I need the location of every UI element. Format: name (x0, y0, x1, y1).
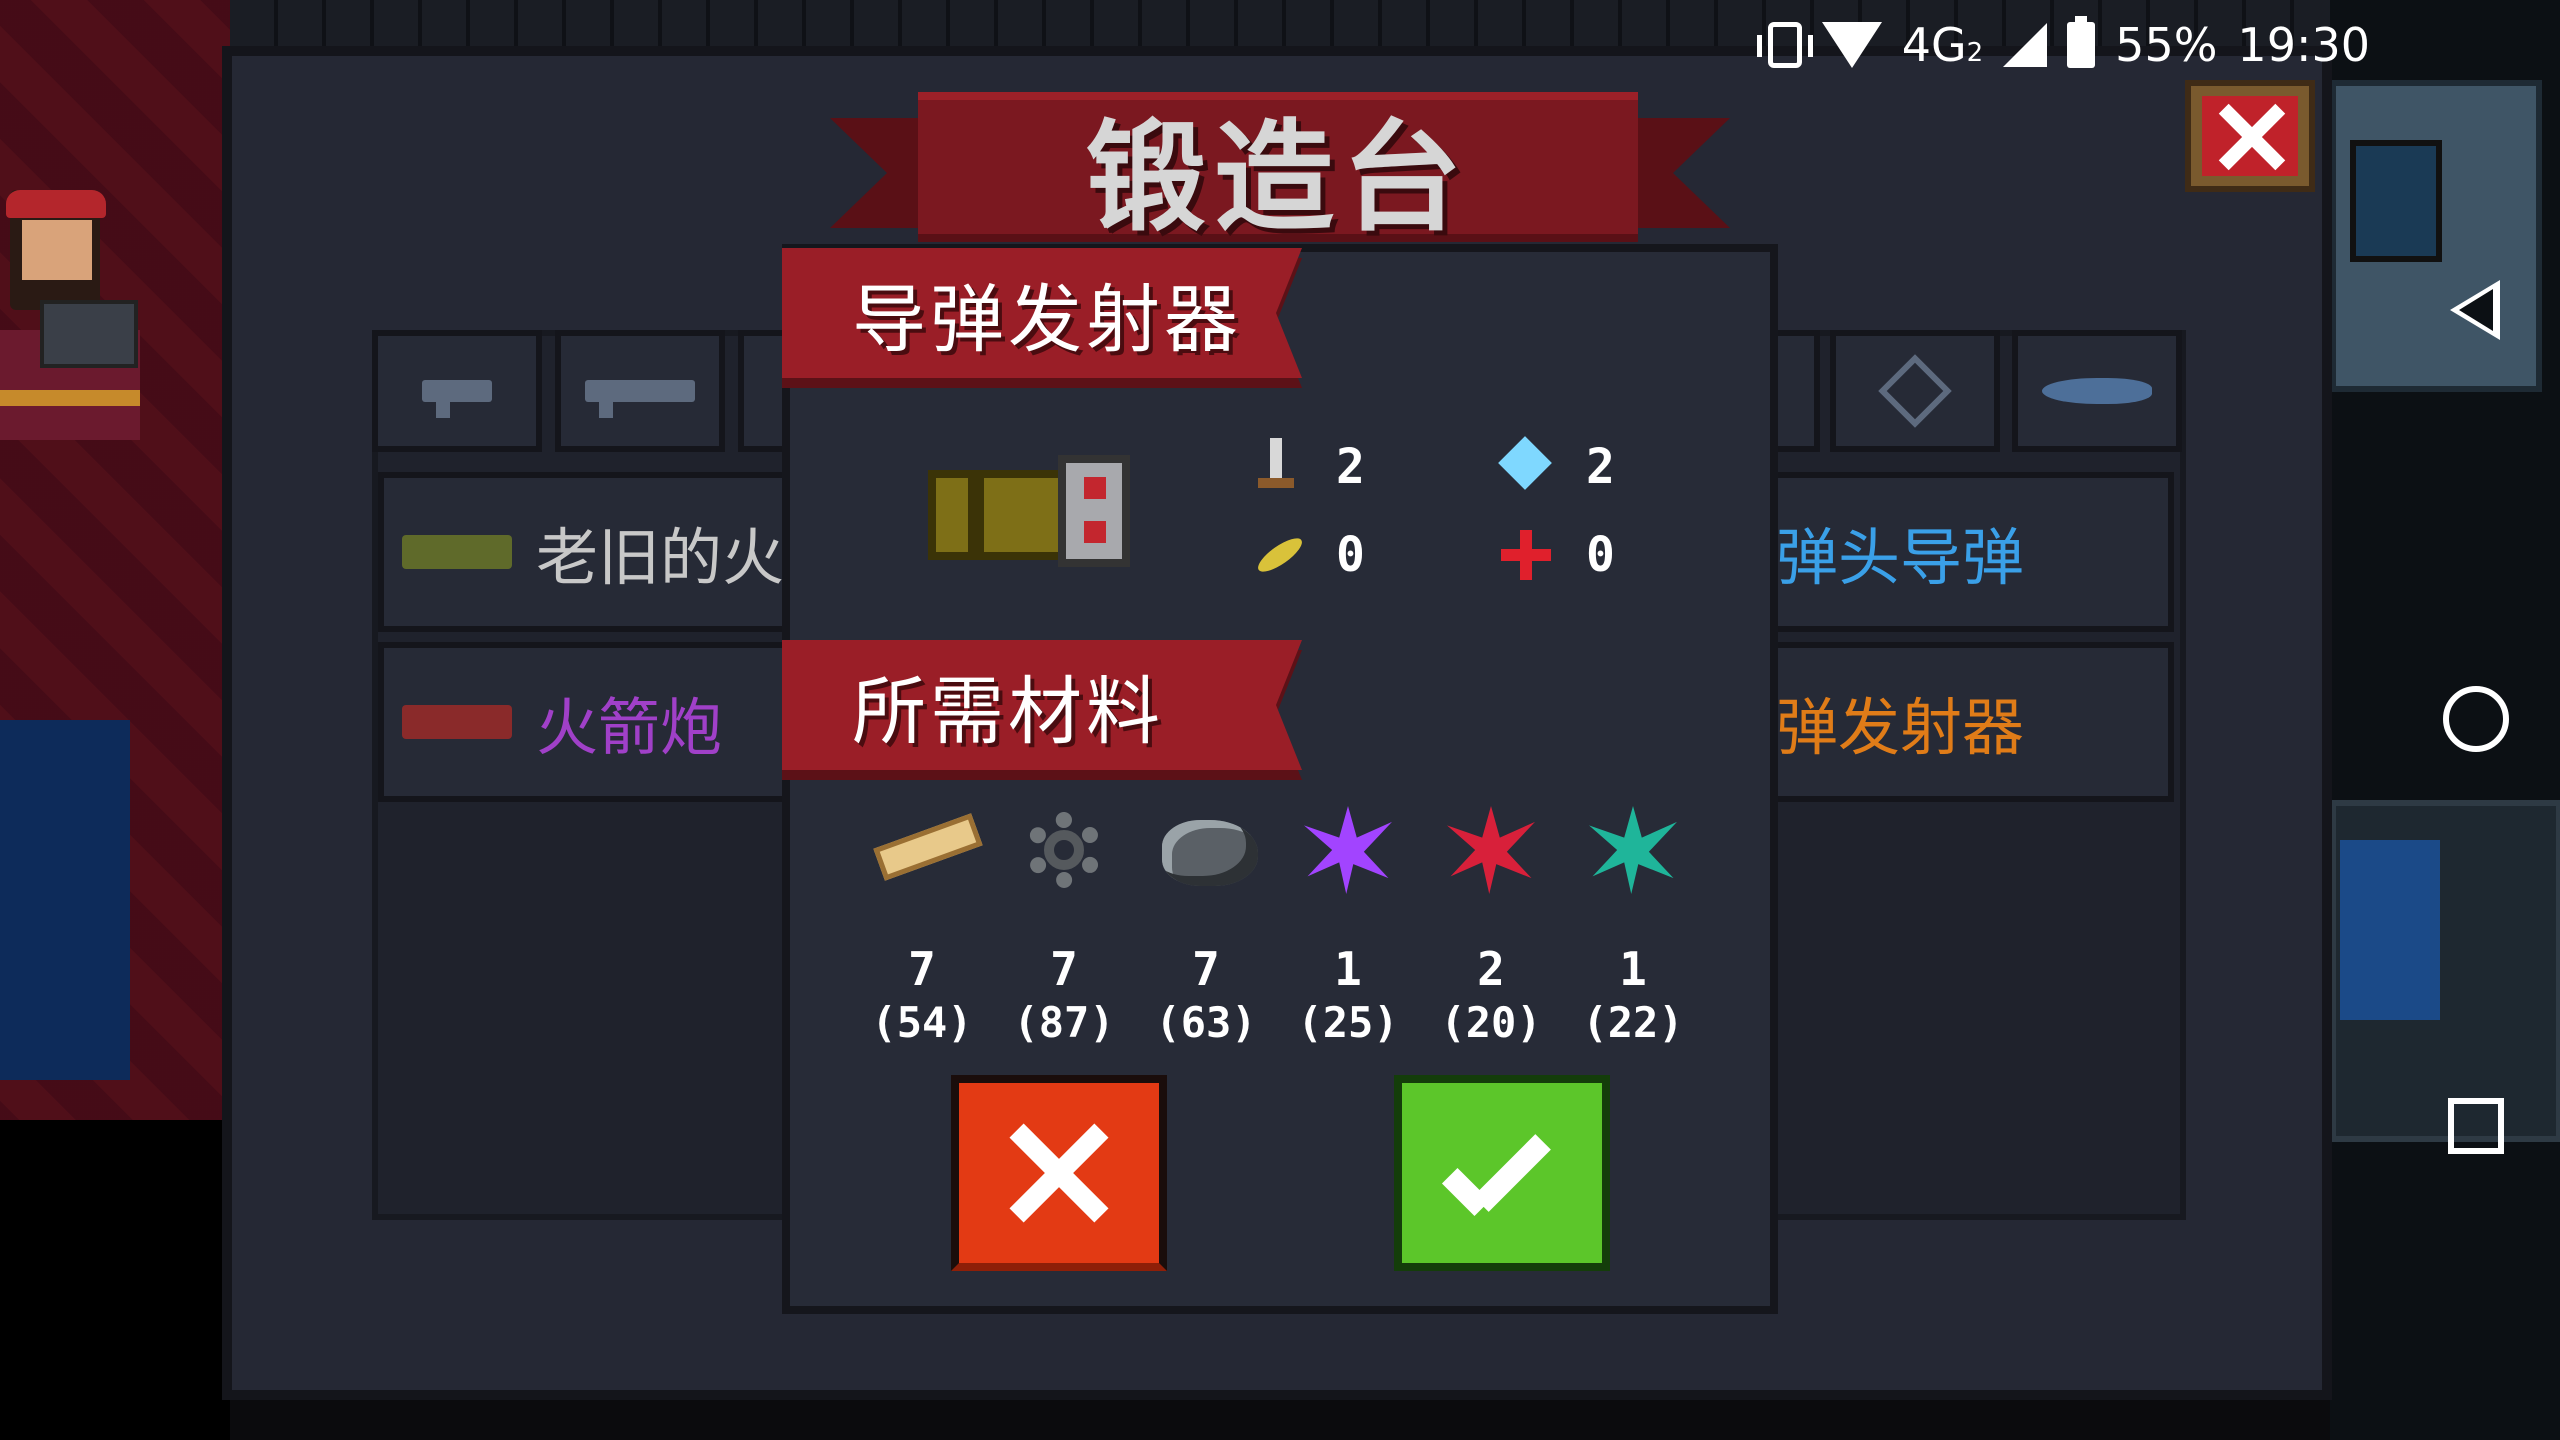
energy-crystal-icon (1500, 438, 1550, 496)
missile-launcher-icon (928, 455, 1133, 567)
purple-crystal-icon (1298, 800, 1398, 900)
close-button[interactable] (2185, 80, 2315, 192)
stat-accuracy: 0 (1500, 526, 1615, 584)
tab-target[interactable] (1830, 330, 2000, 452)
material-required: 1 (1334, 942, 1362, 996)
material-owned: (87) (1013, 998, 1115, 1047)
material-required: 7 (1192, 942, 1220, 996)
stat-value: 0 (1336, 527, 1365, 583)
weapon-name-title: 导弹发射器 (852, 276, 1242, 363)
stat-energy: 2 (1500, 438, 1615, 496)
red-crystal-icon (1441, 800, 1541, 900)
page-title: 锻造台 (1086, 109, 1470, 248)
clock: 19:30 (2237, 18, 2370, 72)
rifle-icon (585, 380, 695, 418)
material-purple-crystal: 1 (25) (1288, 800, 1408, 1047)
background-void (0, 1120, 230, 1440)
npc-face (22, 220, 92, 280)
npc-desk-top (0, 390, 140, 406)
vibrate-icon (1756, 22, 1813, 68)
forge-title-banner: 锻造台 (918, 92, 1638, 248)
sword-icon (1250, 438, 1300, 496)
material-owned: (63) (1155, 998, 1257, 1047)
material-owned: (54) (871, 998, 973, 1047)
weapon-row-rocket-cannon[interactable]: 火箭炮 (378, 642, 798, 802)
home-icon[interactable] (2443, 686, 2509, 752)
material-owned: (20) (1440, 998, 1542, 1047)
cancel-button[interactable] (951, 1075, 1167, 1271)
material-owned: (25) (1297, 998, 1399, 1047)
material-required: 1 (1619, 942, 1647, 996)
weapon-name-ribbon: 导弹发射器 (782, 248, 1302, 378)
network-type: 4G2 (1901, 18, 1984, 72)
material-wood: 7 (54) (862, 800, 982, 1047)
materials-ribbon: 所需材料 (782, 640, 1302, 770)
stat-value: 2 (1586, 439, 1615, 495)
background-console-screen (2340, 840, 2440, 1020)
wifi-icon (1821, 22, 1882, 68)
weapon-name: 弹头导弹 (1776, 521, 2025, 594)
tab-fish[interactable] (2012, 330, 2182, 452)
stat-value: 2 (1336, 439, 1365, 495)
material-required: 2 (1477, 942, 1505, 996)
stat-damage: 2 (1250, 438, 1365, 496)
npc-computer (40, 300, 138, 368)
background-machine-screen (2350, 140, 2442, 262)
fish-icon (2042, 378, 2152, 404)
status-bar: 4G2 55% 19:30 (1756, 10, 2370, 80)
weapon-name: 老旧的火 (536, 521, 785, 594)
stat-value: 0 (1586, 527, 1615, 583)
material-green-crystal: 1 (22) (1573, 800, 1693, 1047)
material-required: 7 (1050, 942, 1078, 996)
confirm-button[interactable] (1394, 1075, 1610, 1271)
weapon-name: 火箭炮 (536, 691, 723, 764)
weapon-name: 弹发射器 (1776, 691, 2025, 764)
weapon-row-missile-launcher[interactable]: 弹发射器 (1770, 642, 2174, 802)
material-owned: (22) (1582, 998, 1684, 1047)
pistol-icon (422, 380, 492, 418)
material-ore: 7 (63) (1146, 800, 1266, 1047)
background-floor (0, 720, 130, 1080)
material-required: 7 (908, 942, 936, 996)
battery-level: 55% (2115, 18, 2218, 72)
crosshair-icon (1500, 526, 1551, 584)
npc-hat (6, 190, 106, 218)
stat-crit: 0 (1250, 526, 1365, 584)
weapon-row-old-launcher[interactable]: 老旧的火 (378, 472, 798, 632)
close-icon (1009, 1123, 1109, 1223)
material-gear: 7 (87) (1004, 800, 1124, 1047)
tab-rifle[interactable] (555, 330, 725, 452)
launcher-icon (402, 535, 512, 569)
checkmark-icon (1447, 1133, 1557, 1213)
feather-icon (1250, 526, 1300, 584)
green-crystal-icon (1583, 800, 1683, 900)
wood-icon (872, 800, 972, 900)
back-icon[interactable] (2450, 280, 2500, 340)
weapon-row-warhead-missile[interactable]: 弹头导弹 (1770, 472, 2174, 632)
gear-icon (1014, 800, 1114, 900)
materials-header: 所需材料 (852, 668, 1164, 755)
close-icon (2217, 103, 2283, 169)
tab-pistol[interactable] (372, 330, 542, 452)
signal-icon (2003, 23, 2048, 67)
recent-apps-icon[interactable] (2448, 1098, 2504, 1154)
target-icon (1878, 354, 1952, 428)
rocket-cannon-icon (402, 705, 512, 739)
material-red-crystal: 2 (20) (1431, 800, 1551, 1047)
ore-icon (1156, 800, 1258, 900)
battery-icon (2067, 16, 2096, 68)
close-button-face (2202, 96, 2298, 176)
